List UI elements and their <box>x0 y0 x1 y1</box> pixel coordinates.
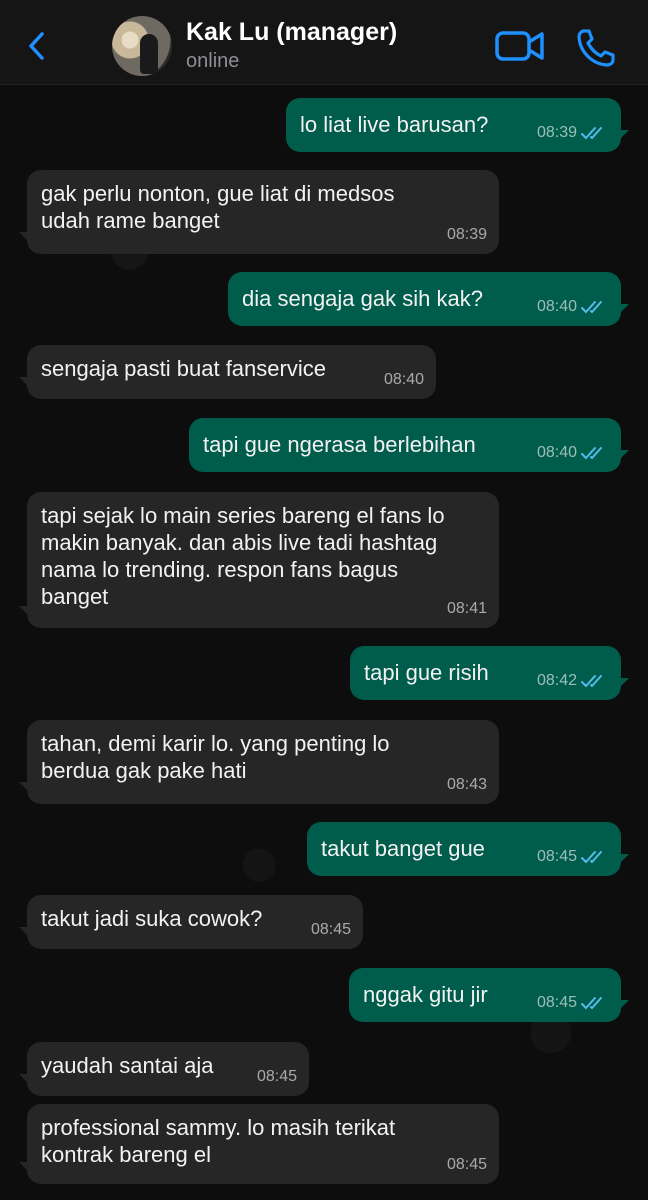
message-text: takut jadi suka cowok? <box>41 906 263 931</box>
chevron-left-icon <box>29 32 44 60</box>
outgoing-message[interactable]: dia sengaja gak sih kak? 08:40 <box>228 272 621 326</box>
bubble-tail <box>19 1162 33 1176</box>
message-meta: 08:45 <box>537 989 609 1016</box>
message-meta: 08:41 <box>447 595 487 622</box>
back-button[interactable] <box>22 26 50 66</box>
message-text: tahan, demi karir lo. yang penting lo be… <box>41 731 390 783</box>
bubble-tail <box>19 1074 33 1088</box>
message-time: 08:45 <box>536 994 577 1011</box>
outgoing-message[interactable]: nggak gitu jir 08:45 <box>349 968 621 1022</box>
message-meta: 08:40 <box>537 439 609 466</box>
read-receipt-icon <box>581 674 602 687</box>
message-meta: 08:45 <box>257 1063 297 1090</box>
message-time: 08:40 <box>536 444 577 461</box>
bubble-tail <box>615 678 629 692</box>
incoming-message[interactable]: tapi sejak lo main series bareng el fans… <box>27 492 499 628</box>
outgoing-message[interactable]: lo liat live barusan? 08:39 <box>286 98 621 152</box>
message-meta: 08:45 <box>537 843 609 870</box>
outgoing-message[interactable]: tapi gue ngerasa berlebihan 08:40 <box>189 418 621 472</box>
chat-header: Kak Lu (manager) online <box>0 0 648 85</box>
bubble-tail <box>19 606 33 620</box>
read-receipt-icon <box>581 300 602 313</box>
message-meta: 08:45 <box>311 916 351 943</box>
read-receipt-icon <box>581 996 602 1009</box>
message-meta: 08:40 <box>384 366 424 393</box>
message-time: 08:39 <box>446 226 487 243</box>
incoming-message[interactable]: sengaja pasti buat fanservice 08:40 <box>27 345 436 399</box>
outgoing-message[interactable]: tapi gue risih 08:42 <box>350 646 621 700</box>
message-time: 08:45 <box>536 848 577 865</box>
incoming-message[interactable]: gak perlu nonton, gue liat di medsos uda… <box>27 170 499 254</box>
incoming-message[interactable]: yaudah santai aja 08:45 <box>27 1042 309 1096</box>
read-receipt-icon <box>581 126 602 139</box>
bubble-tail <box>19 232 33 246</box>
message-time: 08:40 <box>536 298 577 315</box>
read-receipt-icon <box>581 850 602 863</box>
message-time: 08:45 <box>446 1156 487 1173</box>
message-meta: 08:39 <box>447 221 487 248</box>
incoming-message[interactable]: professional sammy. lo masih terikat kon… <box>27 1104 499 1184</box>
bubble-tail <box>615 304 629 318</box>
outgoing-message[interactable]: takut banget gue 08:45 <box>307 822 621 876</box>
message-time: 08:39 <box>536 124 577 141</box>
voice-call-button[interactable] <box>574 26 618 70</box>
bubble-tail <box>615 854 629 868</box>
message-time: 08:42 <box>536 672 577 689</box>
avatar[interactable] <box>112 16 172 76</box>
message-meta: 08:43 <box>447 771 487 798</box>
incoming-message[interactable]: tahan, demi karir lo. yang penting lo be… <box>27 720 499 804</box>
bubble-tail <box>19 377 33 391</box>
incoming-message[interactable]: takut jadi suka cowok? 08:45 <box>27 895 363 949</box>
bubble-tail <box>19 927 33 941</box>
contact-status: online <box>186 50 240 72</box>
message-time: 08:40 <box>383 371 424 388</box>
message-time: 08:41 <box>446 600 487 617</box>
contact-name[interactable]: Kak Lu (manager) <box>186 18 397 47</box>
message-text: tapi sejak lo main series bareng el fans… <box>41 503 445 609</box>
message-meta: 08:45 <box>447 1151 487 1178</box>
video-call-button[interactable] <box>494 28 546 64</box>
read-receipt-icon <box>581 446 602 459</box>
message-time: 08:45 <box>256 1068 297 1085</box>
message-meta: 08:40 <box>537 293 609 320</box>
message-text: sengaja pasti buat fanservice <box>41 356 326 381</box>
bubble-tail <box>615 1000 629 1014</box>
bubble-tail <box>615 450 629 464</box>
phone-icon <box>577 29 615 67</box>
message-meta: 08:39 <box>537 119 609 146</box>
message-time: 08:45 <box>310 921 351 938</box>
message-text: gak perlu nonton, gue liat di medsos uda… <box>41 181 395 233</box>
bubble-tail <box>19 782 33 796</box>
message-text: professional sammy. lo masih terikat kon… <box>41 1115 396 1167</box>
video-call-icon <box>495 31 544 61</box>
bubble-tail <box>615 130 629 144</box>
message-meta: 08:42 <box>537 667 609 694</box>
message-time: 08:43 <box>446 776 487 793</box>
